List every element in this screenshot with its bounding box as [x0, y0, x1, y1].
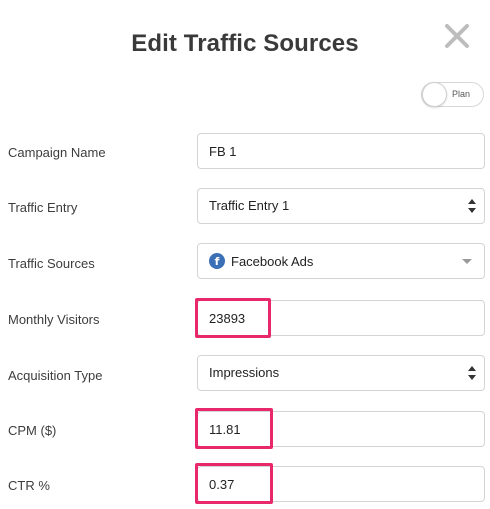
traffic-sources-value: Facebook Ads — [231, 254, 314, 269]
cpm-highlight — [195, 408, 273, 449]
plan-toggle[interactable]: Plan — [421, 82, 484, 107]
monthly-visitors-label: Monthly Visitors — [8, 312, 100, 327]
chevron-down-icon — [462, 259, 472, 264]
dialog-title: Edit Traffic Sources — [131, 30, 359, 57]
plan-toggle-label: Plan — [452, 89, 471, 99]
traffic-entry-value: Traffic Entry 1 — [209, 198, 290, 213]
select-arrows-icon — [468, 199, 476, 213]
acquisition-type-label: Acquisition Type — [8, 368, 103, 383]
facebook-icon: f — [209, 253, 225, 269]
close-icon[interactable] — [442, 21, 472, 51]
acquisition-type-value: Impressions — [209, 365, 280, 380]
monthly-visitors-highlight — [195, 298, 271, 338]
cpm-label: CPM ($) — [8, 423, 57, 438]
campaign-name-input[interactable]: FB 1 — [197, 133, 485, 169]
acquisition-type-select[interactable]: Impressions — [197, 355, 485, 391]
campaign-name-label: Campaign Name — [8, 145, 106, 160]
ctr-label: CTR % — [8, 478, 50, 493]
campaign-name-value: FB 1 — [209, 144, 237, 159]
traffic-sources-select[interactable]: f Facebook Ads — [197, 243, 485, 279]
traffic-sources-label: Traffic Sources — [8, 256, 95, 271]
traffic-entry-label: Traffic Entry — [8, 200, 78, 215]
toggle-knob — [422, 82, 447, 107]
ctr-highlight — [195, 463, 273, 504]
traffic-entry-select[interactable]: Traffic Entry 1 — [197, 188, 485, 224]
select-arrows-icon — [468, 366, 476, 380]
